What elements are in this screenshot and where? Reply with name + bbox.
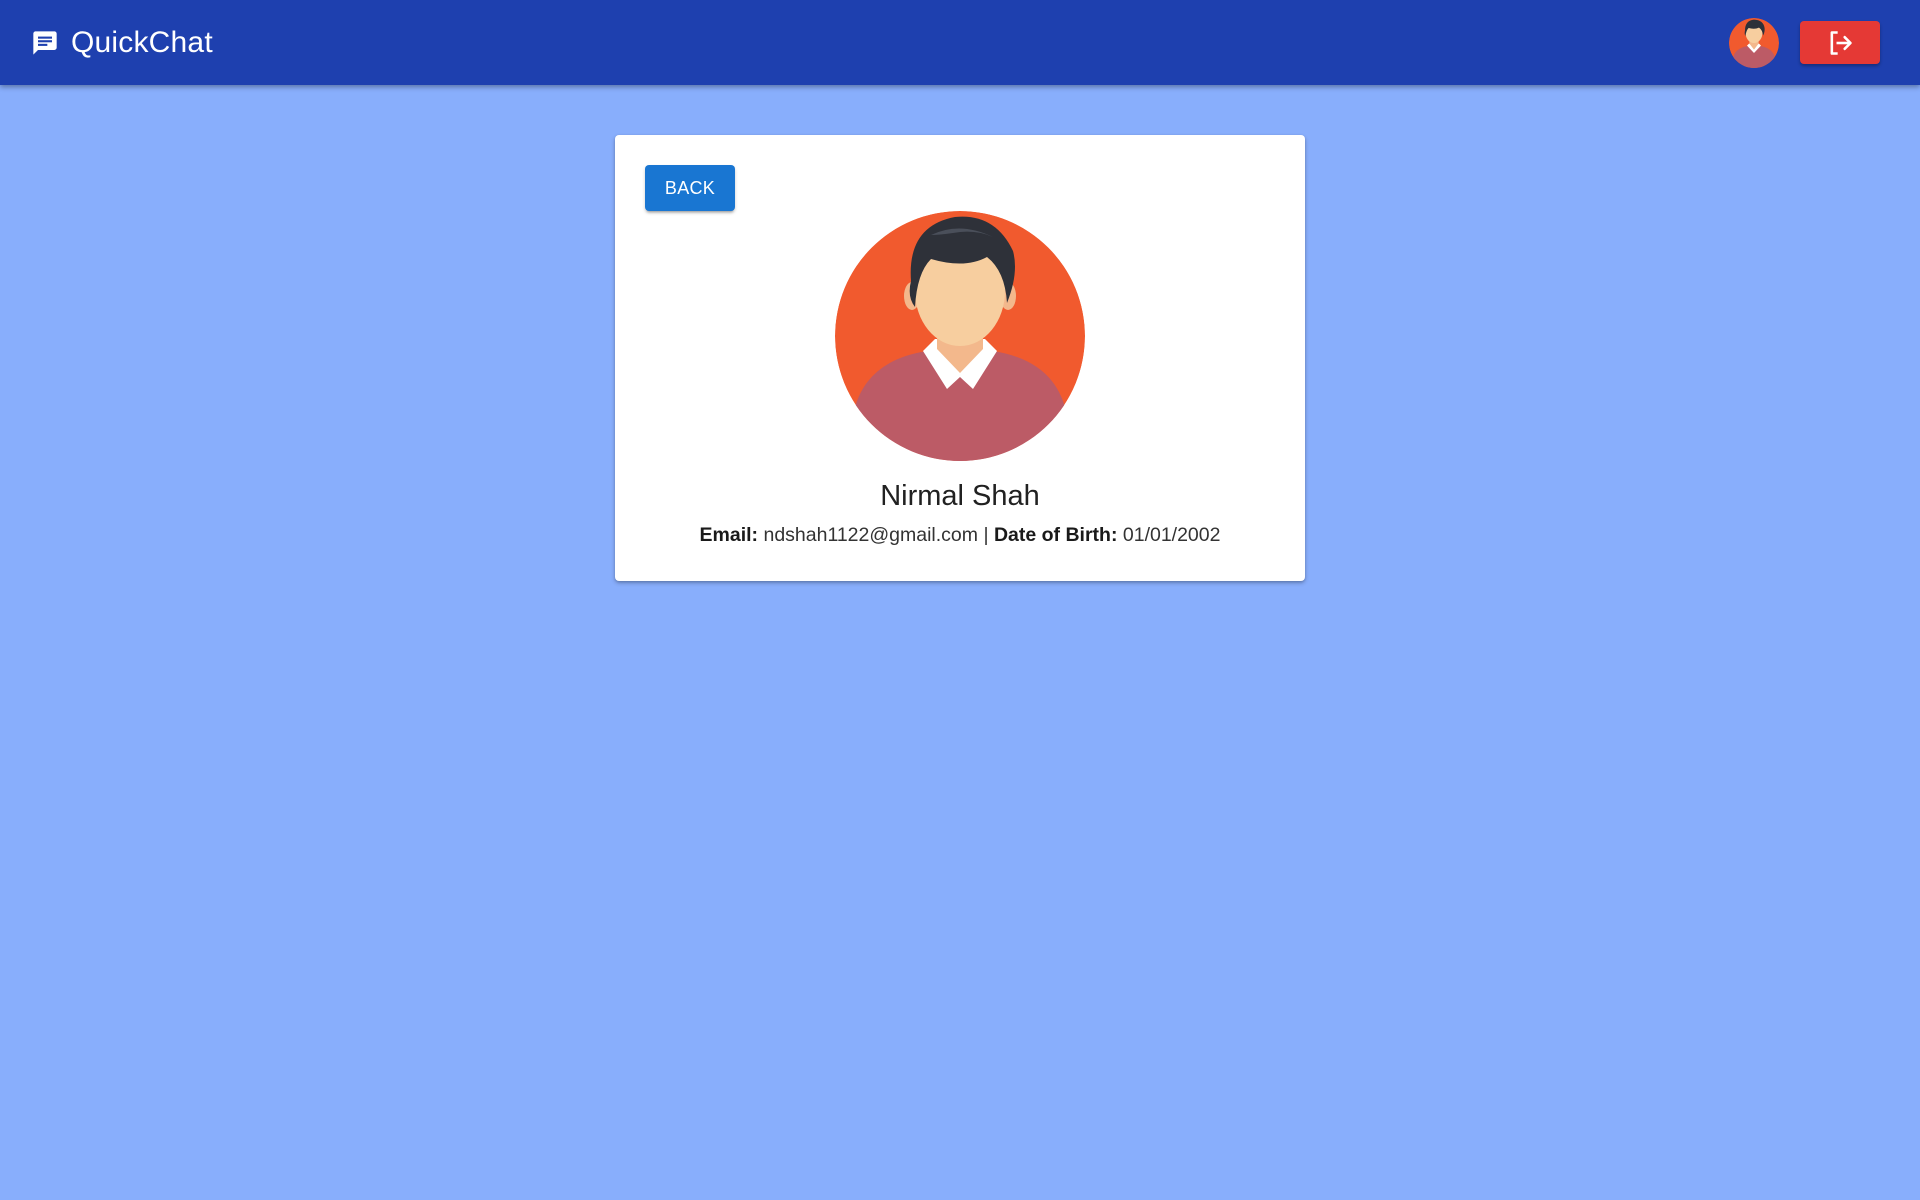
- user-avatar-icon: [1729, 18, 1779, 68]
- profile-avatar-image: [835, 211, 1085, 461]
- email-value: ndshah1122@gmail.com: [763, 524, 979, 546]
- chat-message-icon: [31, 29, 59, 57]
- user-avatar[interactable]: [1729, 18, 1779, 68]
- profile-avatar: [835, 211, 1085, 461]
- dob-value: 01/01/2002: [1122, 524, 1221, 546]
- details-separator: |: [983, 524, 989, 546]
- profile-card: BACK Nirmal Shah Email: ndshah1122@gmail…: [615, 135, 1305, 581]
- profile-name: Nirmal Shah: [880, 480, 1040, 512]
- profile-details: Email: ndshah1122@gmail.com | Date of Bi…: [615, 524, 1305, 547]
- app-bar: QuickChat: [0, 0, 1920, 85]
- back-button[interactable]: BACK: [645, 165, 735, 211]
- logout-icon: [1830, 30, 1852, 55]
- brand-title: QuickChat: [71, 25, 213, 59]
- dob-label: Date of Birth:: [993, 524, 1118, 546]
- brand[interactable]: QuickChat: [31, 0, 213, 85]
- email-label: Email:: [699, 524, 759, 546]
- logout-button[interactable]: [1800, 21, 1880, 64]
